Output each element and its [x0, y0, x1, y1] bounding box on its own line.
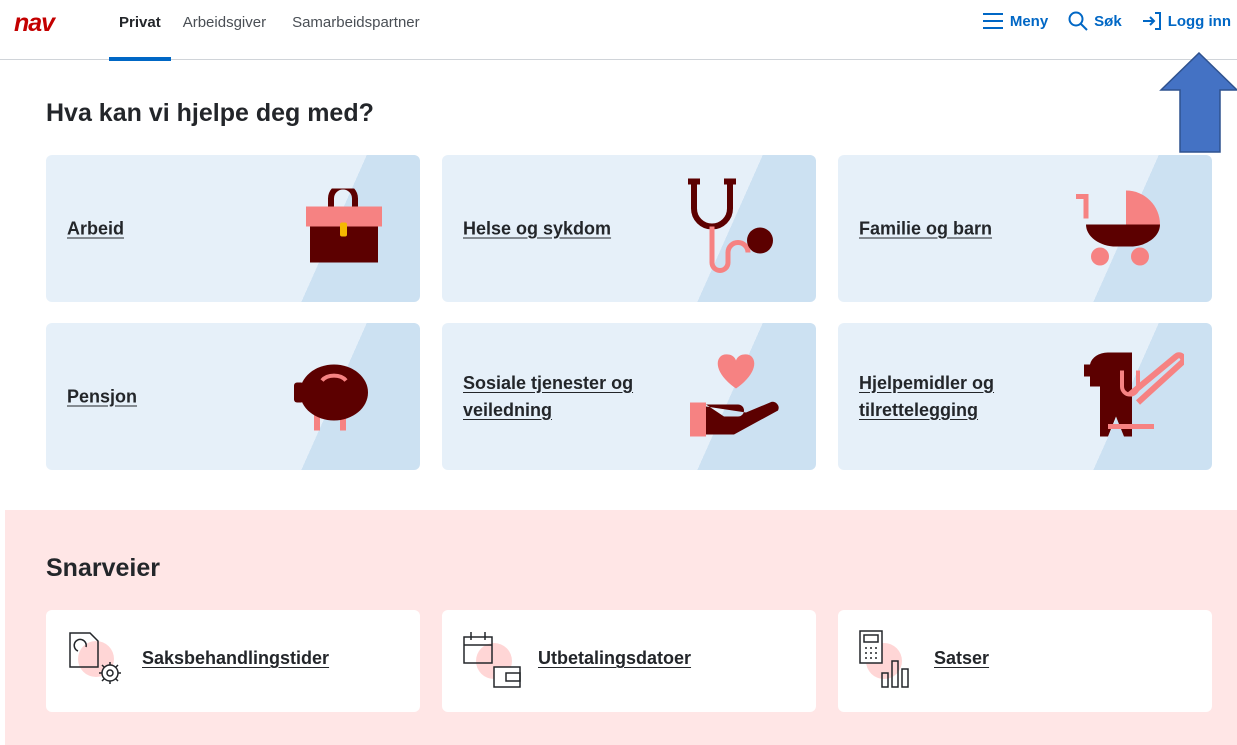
site-header: nav Privat Arbeidsgiver Samarbeidspartne… — [0, 0, 1237, 61]
calculator-chart-icon — [856, 629, 920, 698]
stethoscope-icon — [686, 178, 778, 279]
card-label: Sosiale tjenester og veiledning — [463, 372, 634, 420]
card-label: Arbeid — [67, 218, 125, 238]
card-label: Hjelpemidler og tilrettelegging — [859, 372, 995, 420]
audience-tabs: Privat Arbeidsgiver Samarbeidspartner — [109, 0, 430, 61]
menu-label: Meny — [1009, 12, 1049, 30]
briefcase-icon — [304, 183, 384, 269]
login-icon — [1142, 12, 1162, 30]
card-helse[interactable]: Helse og sykdom — [442, 155, 816, 302]
card-pensjon[interactable]: Pensjon — [46, 323, 420, 470]
hand-heart-icon — [690, 348, 780, 445]
logo-text: nav — [14, 13, 57, 33]
piggy-bank-icon — [294, 356, 374, 437]
card-arbeid[interactable]: Arbeid — [46, 155, 420, 302]
card-sosiale[interactable]: Sosiale tjenester og veiledning — [442, 323, 816, 470]
card-hjelpemidler[interactable]: Hjelpemidler og tilrettelegging — [838, 323, 1212, 470]
login-button[interactable]: Logg inn — [1142, 12, 1231, 30]
tab-samarbeidspartner[interactable]: Samarbeidspartner — [276, 0, 430, 60]
card-label: Helse og sykdom — [463, 218, 612, 238]
page-title: Hva kan vi hjelpe deg med? — [46, 99, 374, 127]
shortcut-label: Satser — [934, 648, 990, 668]
shortcuts-section: Snarveier Saksbehandlingstider Utbetalin… — [5, 510, 1237, 745]
up-arrow-annotation — [1159, 51, 1237, 159]
menu-button[interactable]: Meny — [982, 12, 1048, 30]
shortcuts-title: Snarveier — [46, 554, 160, 582]
search-button[interactable]: Søk — [1068, 11, 1122, 31]
stroller-icon — [1072, 186, 1168, 271]
search-icon — [1068, 11, 1088, 31]
shortcut-utbetalingsdatoer[interactable]: Utbetalingsdatoer — [442, 610, 816, 712]
shortcut-saksbehandlingstider[interactable]: Saksbehandlingstider — [46, 610, 420, 712]
calendar-wallet-icon — [460, 629, 524, 698]
shortcut-label: Saksbehandlingstider — [142, 648, 330, 668]
card-familie[interactable]: Familie og barn — [838, 155, 1212, 302]
header-actions: Meny Søk Logg inn — [982, 11, 1231, 31]
hamburger-icon — [982, 12, 1004, 30]
card-label: Pensjon — [67, 386, 138, 406]
search-label: Søk — [1094, 12, 1122, 30]
shortcut-label: Utbetalingsdatoer — [538, 648, 692, 668]
tab-arbeidsgiver[interactable]: Arbeidsgiver — [171, 0, 276, 60]
nav-logo[interactable]: nav — [14, 9, 76, 38]
document-gear-icon — [64, 629, 128, 698]
login-label: Logg inn — [1167, 12, 1231, 30]
shortcut-satser[interactable]: Satser — [838, 610, 1212, 712]
tab-privat[interactable]: Privat — [109, 0, 171, 61]
guide-dog-icon — [1084, 350, 1187, 443]
card-label: Familie og barn — [859, 218, 993, 238]
